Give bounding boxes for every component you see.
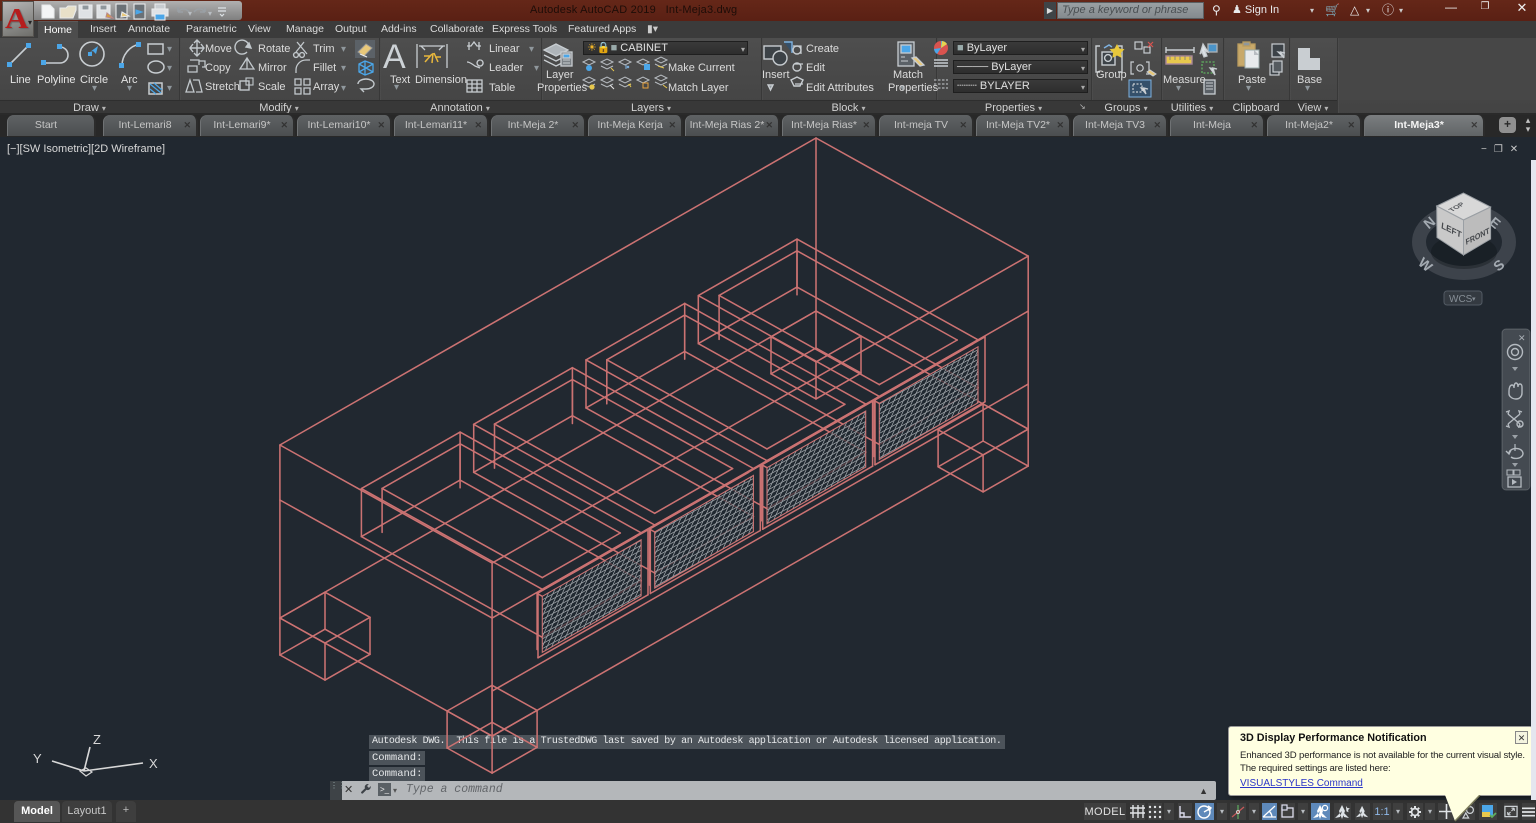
svg-text:▾: ▾ <box>534 63 539 74</box>
svg-text:▾: ▾ <box>341 83 346 94</box>
svg-text:▾: ▾ <box>341 63 346 74</box>
svg-text:▾: ▾ <box>167 83 172 94</box>
svg-text:▾: ▾ <box>167 63 172 74</box>
svg-text:▾: ▾ <box>529 44 534 55</box>
svg-text:▾: ▾ <box>341 44 346 55</box>
svg-text:▾: ▾ <box>188 9 192 18</box>
svg-text:▾: ▾ <box>768 82 773 93</box>
svg-text:▾: ▾ <box>208 9 212 18</box>
svg-text:▾: ▾ <box>167 44 172 55</box>
svg-text:A: A <box>383 38 406 76</box>
